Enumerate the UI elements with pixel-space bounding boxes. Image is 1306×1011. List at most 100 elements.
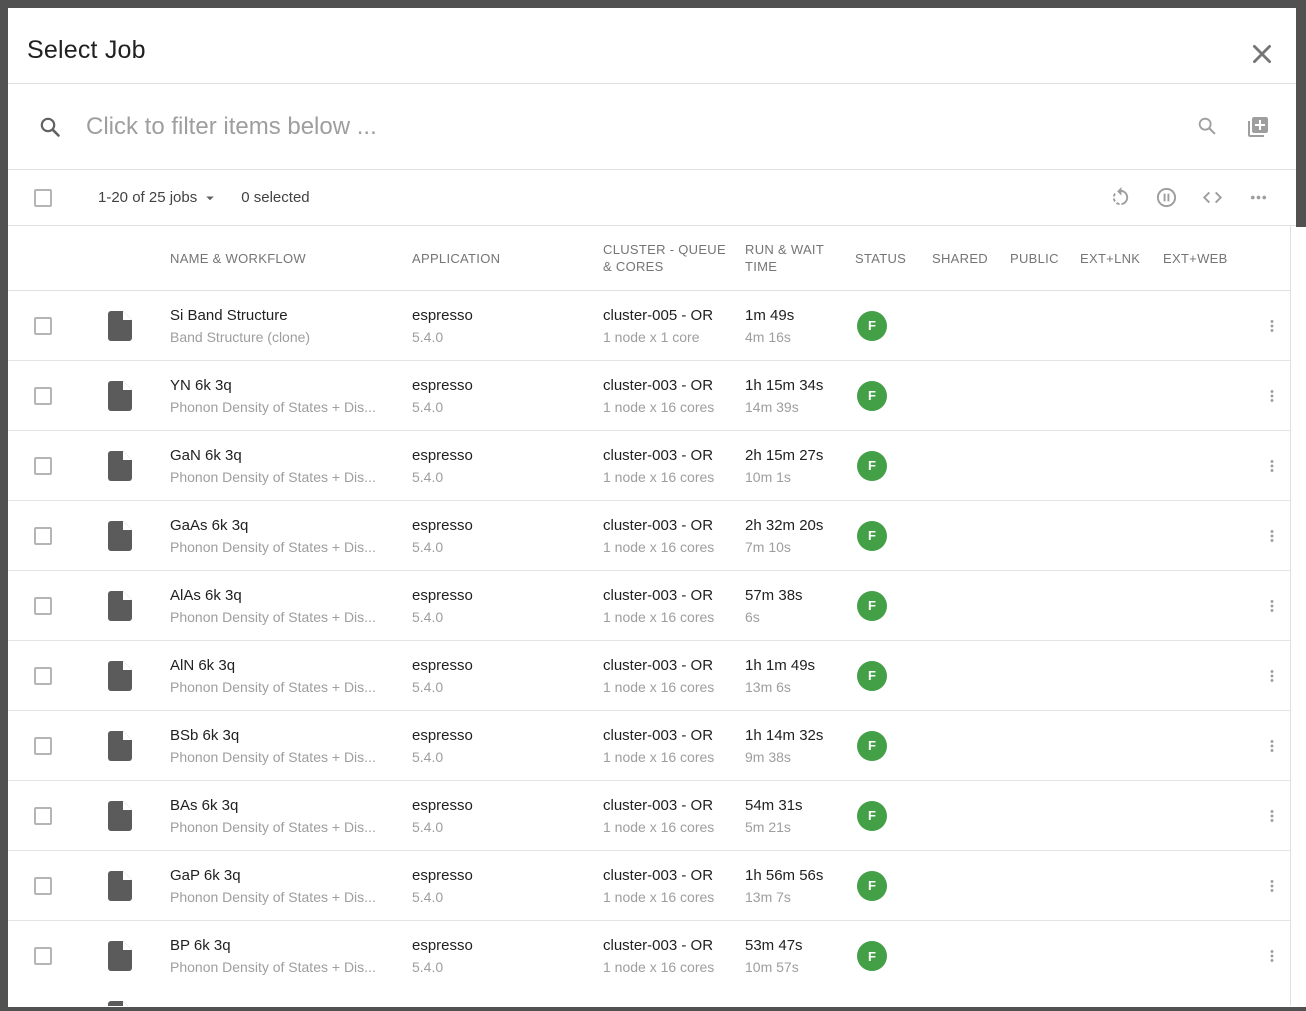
table-row[interactable]: AlN 6k 3q Phonon Density of States + Dis… [8,641,1290,711]
time-cell: 2h 15m 27s 10m 1s [745,445,855,487]
column-header-status[interactable]: STATUS [855,250,932,267]
more-vert-icon[interactable] [1263,877,1281,895]
table-row[interactable]: BP 6k 3q Phonon Density of States + Dis.… [8,921,1290,991]
column-header-run-wait-time[interactable]: RUN & WAIT TIME [745,241,855,275]
job-workflow: Phonon Density of States + Dis... [170,957,404,977]
job-name-cell: GaAs 6k 3q Phonon Density of States + Di… [170,515,412,557]
job-name-cell: BSb 6k 3q Phonon Density of States + Dis… [170,725,412,767]
row-checkbox[interactable] [34,317,52,335]
column-header-ext-web[interactable]: EXT+WEB [1163,250,1258,267]
more-vert-icon[interactable] [1263,457,1281,475]
job-workflow: Phonon Density of States + Dis... [170,537,404,557]
table-row[interactable]: BAs 6k 3q Phonon Density of States + Dis… [8,781,1290,851]
job-workflow: Phonon Density of States + Dis... [170,887,404,907]
cluster-queue: cluster-003 - OR [603,935,737,957]
row-checkbox[interactable] [34,807,52,825]
application-cell: espresso 5.4.0 [412,865,603,907]
file-icon [108,801,132,831]
pause-circle-icon[interactable] [1155,186,1178,209]
filter-actions [1196,84,1270,169]
wait-time: 10m 57s [745,957,847,977]
select-job-dialog: Select Job 1-20 of 25 jobs 0 selected [8,8,1306,1007]
row-checkbox[interactable] [34,947,52,965]
row-checkbox[interactable] [34,597,52,615]
job-workflow: Phonon Density of States + Dis... [170,607,404,627]
cluster-cell: cluster-003 - OR 1 node x 16 cores [603,445,745,487]
more-vert-icon[interactable] [1263,667,1281,685]
more-horiz-icon[interactable] [1247,186,1270,209]
dialog-header: Select Job [8,8,1306,84]
wait-time: 10m 1s [745,467,847,487]
more-vert-icon[interactable] [1263,527,1281,545]
status-cell: F [855,311,932,341]
search-icon[interactable] [1196,115,1220,139]
column-header-name-workflow[interactable]: NAME & WORKFLOW [170,250,412,267]
cluster-queue: cluster-005 - OR [603,305,737,327]
application-cell: espresso 5.4.0 [412,935,603,977]
column-header-cluster-queue-cores[interactable]: CLUSTER - QUEUE & CORES [603,241,745,275]
row-checkbox[interactable] [34,667,52,685]
more-vert-icon[interactable] [1263,947,1281,965]
cluster-cell: cluster-005 - OR 1 node x 1 core [603,305,745,347]
table-row[interactable]: BSb 6k 3q Phonon Density of States + Dis… [8,711,1290,781]
application-cell: espresso 5.4.0 [412,515,603,557]
status-cell: F [855,731,932,761]
row-checkbox[interactable] [34,457,52,475]
row-checkbox[interactable] [34,877,52,895]
run-time: 2h 32m 20s [745,515,847,537]
run-time: 1h 56m 56s [745,865,847,887]
column-header-application[interactable]: APPLICATION [412,250,603,267]
table-row[interactable]: AlAs 6k 3q Phonon Density of States + Di… [8,571,1290,641]
time-cell: 2h 32m 20s 7m 10s [745,515,855,557]
more-vert-icon[interactable] [1263,807,1281,825]
row-checkbox[interactable] [34,527,52,545]
table-row[interactable]: GaN 6k 3q Phonon Density of States + Dis… [8,431,1290,501]
job-name-cell: GaN 6k 3q Phonon Density of States + Dis… [170,445,412,487]
close-icon[interactable] [1249,41,1275,67]
run-time: 1m 49s [745,305,847,327]
code-icon[interactable] [1201,186,1224,209]
refresh-icon[interactable] [1109,186,1132,209]
job-name-cell: YN 6k 3q Phonon Density of States + Dis.… [170,375,412,417]
job-workflow: Band Structure (clone) [170,327,404,347]
job-name: AlAs 6k 3q [170,585,404,607]
table-header-row: NAME & WORKFLOW APPLICATION CLUSTER - QU… [8,226,1290,291]
column-header-shared[interactable]: SHARED [932,250,1010,267]
run-time: 57m 38s [745,585,847,607]
cluster-cell: cluster-003 - OR 1 node x 16 cores [603,375,745,417]
application-cell: espresso 5.4.0 [412,655,603,697]
wait-time: 5m 21s [745,817,847,837]
library-add-icon[interactable] [1246,115,1270,139]
run-time: 1h 15m 34s [745,375,847,397]
row-checkbox[interactable] [34,387,52,405]
cluster-cell: cluster-003 - OR 1 node x 16 cores [603,795,745,837]
jobs-count-dropdown[interactable]: 1-20 of 25 jobs [98,189,219,207]
more-vert-icon[interactable] [1263,317,1281,335]
filter-input[interactable] [86,113,1306,141]
application-cell: espresso 5.4.0 [412,445,603,487]
table-row[interactable]: YN 6k 3q Phonon Density of States + Dis.… [8,361,1290,431]
more-vert-icon[interactable] [1263,597,1281,615]
cluster-cores: 1 node x 16 cores [603,747,737,767]
column-header-public[interactable]: PUBLIC [1010,250,1080,267]
more-vert-icon[interactable] [1263,387,1281,405]
row-checkbox[interactable] [34,737,52,755]
status-cell: F [855,451,932,481]
application-name: espresso [412,375,595,397]
status-badge: F [857,801,887,831]
wait-time: 4m 16s [745,327,847,347]
file-icon [108,871,132,901]
application-version: 5.4.0 [412,677,595,697]
more-vert-icon[interactable] [1263,737,1281,755]
application-name: espresso [412,445,595,467]
table-row[interactable]: GaP 6k 3q Phonon Density of States + Dis… [8,851,1290,921]
filter-bar [8,84,1306,170]
table-row[interactable]: Si Band Structure Band Structure (clone)… [8,291,1290,361]
application-cell: espresso 5.4.0 [412,305,603,347]
select-all-checkbox[interactable] [34,189,52,207]
table-row[interactable]: GaAs 6k 3q Phonon Density of States + Di… [8,501,1290,571]
column-header-ext-lnk[interactable]: EXT+LNK [1080,250,1163,267]
run-time: 2h 15m 27s [745,445,847,467]
run-time: 54m 31s [745,795,847,817]
cluster-cores: 1 node x 1 core [603,327,737,347]
